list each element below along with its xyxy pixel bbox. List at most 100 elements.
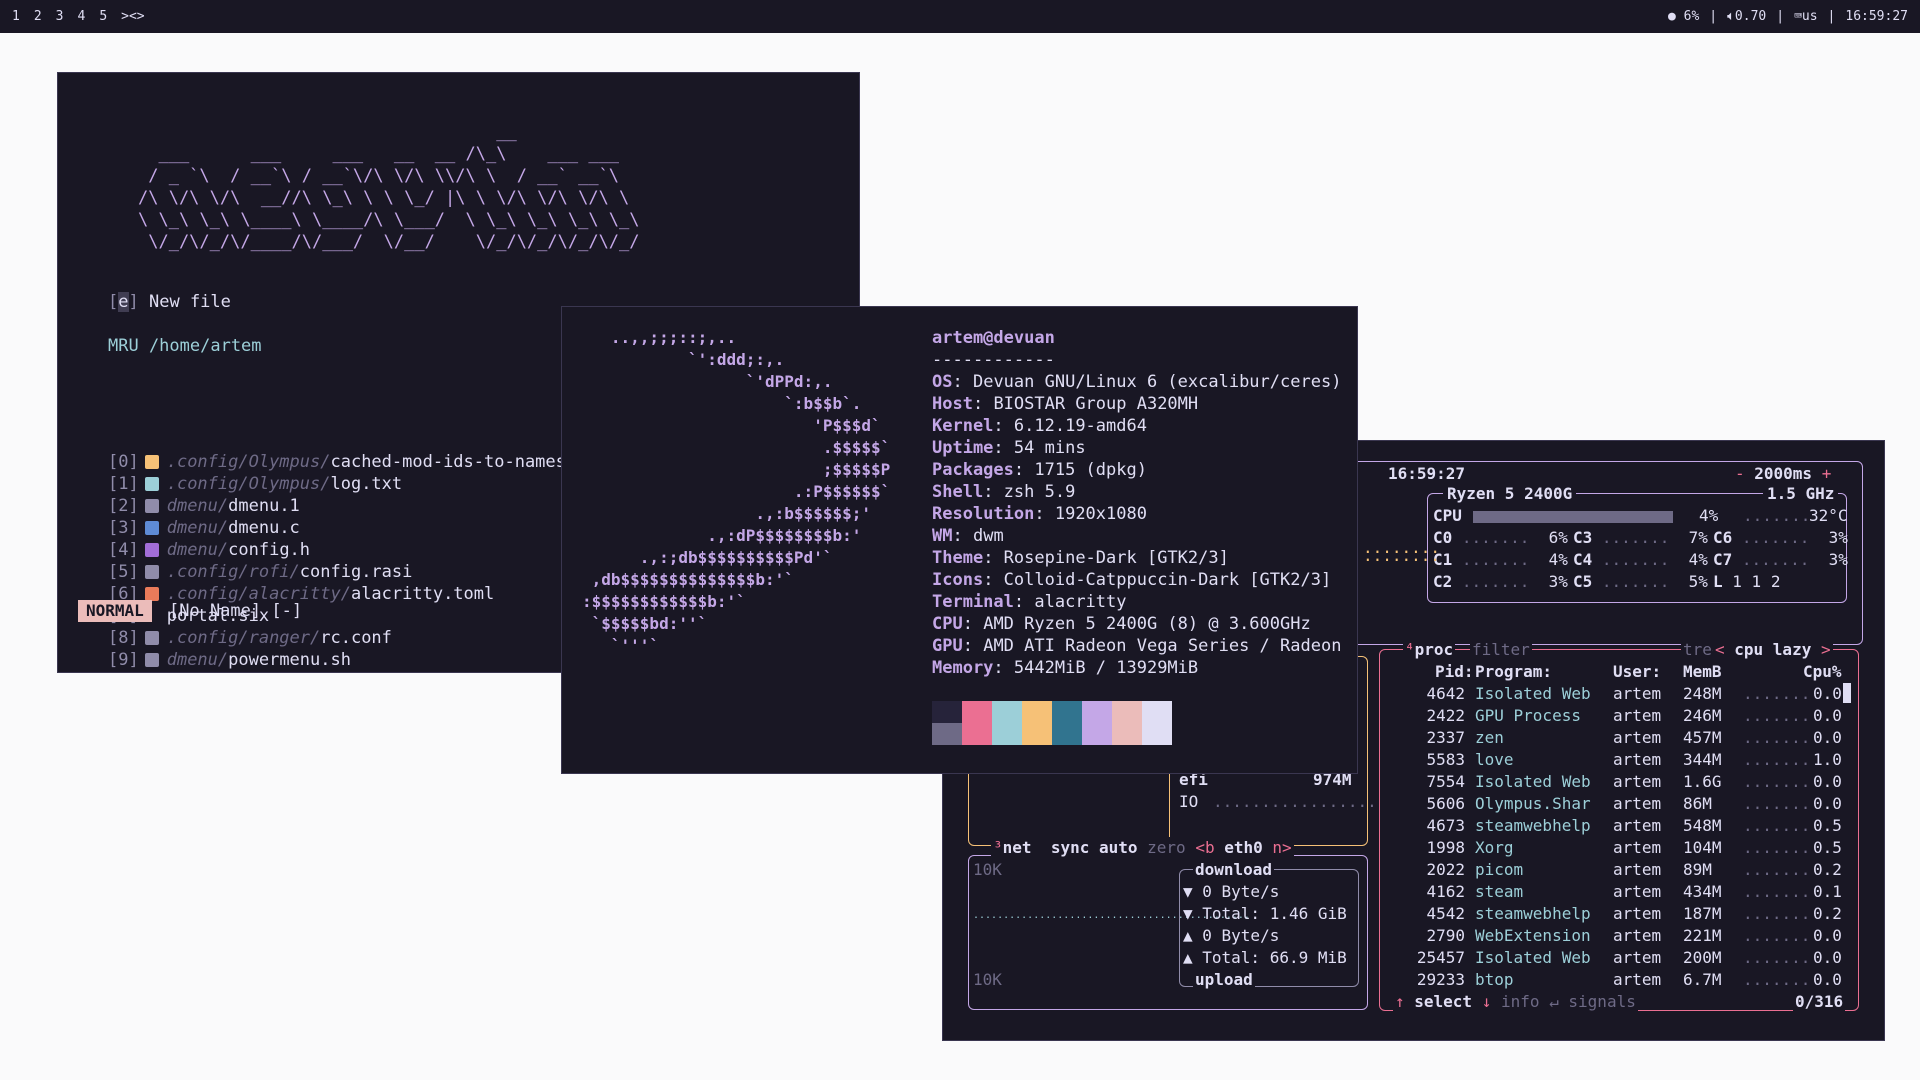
proc-scrollbar[interactable]	[1843, 683, 1851, 703]
info-row: Packages: 1715 (dpkg)	[932, 459, 1341, 481]
layout-indicator[interactable]: ><>	[121, 9, 144, 24]
mru-index: [5]	[108, 562, 139, 582]
mru-item[interactable]: [8] .config/ranger/rc.conf	[108, 627, 392, 649]
color-swatch	[962, 701, 992, 745]
info-row: Memory: 5442MiB / 13929MiB	[932, 657, 1341, 679]
proc-program: love	[1475, 750, 1514, 769]
info-row: CPU: AMD Ryzen 5 2400G (8) @ 3.600GHz	[932, 613, 1341, 635]
proc-cpu: 0.0	[1813, 926, 1842, 945]
mru-item[interactable]: [9] dmenu/powermenu.sh	[108, 649, 351, 671]
core-stat: L 1 1 2	[1713, 571, 1780, 593]
core-name: C2	[1433, 572, 1453, 591]
speaker-icon: 🔈︎	[1727, 9, 1735, 24]
proc-pid: 4542	[1426, 904, 1465, 923]
mru-item[interactable]: [4] dmenu/config.h	[108, 539, 310, 561]
info-row: Shell: zsh 5.9	[932, 481, 1341, 503]
cpu-value: 6%	[1683, 9, 1700, 24]
mru-name: config.h	[228, 540, 311, 560]
core-name: C7	[1713, 550, 1733, 569]
proc-user: artem	[1613, 948, 1662, 967]
info-key: Resolution	[932, 504, 1035, 524]
core-graph: .......	[1452, 528, 1549, 547]
mru-item[interactable]: [2] dmenu/dmenu.1	[108, 495, 300, 517]
update-interval[interactable]: - 2000ms +	[1731, 463, 1836, 485]
cpu-status: ● 6%	[1667, 9, 1700, 24]
info-value: 1715 (dpkg)	[1034, 460, 1147, 480]
underline: ------------	[932, 350, 1055, 370]
info-colon: :	[983, 570, 1004, 590]
mru-item[interactable]: [0] .config/Olympus/cached-mod-ids-to-nam…	[108, 451, 566, 473]
proc-graph: .......	[1743, 860, 1811, 879]
download-total: ▼ Total: 1.46 GiB	[1183, 904, 1347, 923]
proc-cpu: 0.0	[1813, 772, 1842, 791]
core-graph: .......	[1592, 572, 1689, 591]
tag-2[interactable]: 2	[34, 9, 42, 24]
mru-name: log.txt	[330, 474, 403, 494]
proc-count: 0/316	[1793, 991, 1846, 1013]
mru-item[interactable]: [5] .config/rofi/config.rasi	[108, 561, 412, 583]
proc-pid: 2337	[1426, 728, 1465, 747]
mru-name: powermenu.sh	[228, 650, 351, 670]
disk-io-graph: .................	[1213, 792, 1377, 811]
mru-dir: dmenu/	[166, 496, 229, 516]
mru-index: [2]	[108, 496, 139, 516]
proc-graph: .......	[1743, 794, 1811, 813]
new-file-item[interactable]: [e] New file	[108, 291, 231, 313]
info-colon: :	[993, 658, 1014, 678]
core-percent: 5%	[1688, 572, 1708, 591]
info-key: Theme	[932, 548, 984, 568]
neofetch-window[interactable]: ..,,;;;::;,.. `':ddd;:,. `'dPPd:,. `:b$$…	[561, 306, 1358, 774]
signals-action[interactable]: signals	[1568, 992, 1635, 1011]
core-percent: 4%	[1548, 550, 1568, 569]
proc-program: btop	[1475, 970, 1514, 989]
select-action[interactable]: select	[1414, 992, 1472, 1011]
proc-program: zen	[1475, 728, 1504, 747]
core-stat: C5 ....... 5%	[1573, 571, 1708, 593]
proc-program: Isolated Web	[1475, 684, 1591, 703]
keyboard-status: ⌨︎us	[1794, 9, 1817, 24]
net-scale-bottom: 10K	[973, 970, 1002, 989]
info-value: 1920x1080	[1054, 504, 1147, 524]
info-key: OS	[932, 372, 953, 392]
info-value: alacritty	[1034, 592, 1127, 612]
tag-5[interactable]: 5	[99, 9, 107, 24]
proc-pid: 1998	[1426, 838, 1465, 857]
proc-cpu: 0.0	[1813, 948, 1842, 967]
proc-pid: 5606	[1426, 794, 1465, 813]
mru-heading: MRU /home/artem	[108, 336, 262, 356]
proc-program: picom	[1475, 860, 1524, 879]
info-colon: :	[983, 482, 1004, 502]
proc-cpu: 0.0	[1813, 970, 1842, 989]
proc-graph: .......	[1743, 706, 1811, 725]
tag-4[interactable]: 4	[77, 9, 85, 24]
info-key: Uptime	[932, 438, 994, 458]
mru-name: alacritty.toml	[350, 584, 495, 604]
tag-1[interactable]: 1	[12, 9, 20, 24]
mru-index: [0]	[108, 452, 139, 472]
proc-filter[interactable]: filter	[1470, 639, 1532, 661]
mru-name: config.rasi	[299, 562, 413, 582]
info-value: dwm	[972, 526, 1004, 546]
mru-index: [9]	[108, 650, 139, 670]
core-graph: .......	[1732, 550, 1829, 569]
proc-graph: .......	[1743, 904, 1811, 923]
mru-item[interactable]: [3] dmenu/dmenu.c	[108, 517, 300, 539]
proc-mem: 6.7M	[1683, 970, 1722, 989]
proc-pid: 4673	[1426, 816, 1465, 835]
volume-status: 🔈︎0.70	[1727, 9, 1766, 24]
proc-pid: 5583	[1426, 750, 1465, 769]
proc-sort[interactable]: < cpu lazy >	[1713, 639, 1833, 661]
proc-pid: 2022	[1426, 860, 1465, 879]
mru-index: [8]	[108, 628, 139, 648]
core-graph: .......	[1732, 528, 1829, 547]
shell-icon	[144, 653, 159, 667]
info-action[interactable]: info	[1501, 992, 1540, 1011]
tag-3[interactable]: 3	[56, 9, 64, 24]
core-name: C3	[1573, 528, 1593, 547]
mru-item[interactable]: [1] .config/Olympus/log.txt	[108, 473, 402, 495]
tag-list: 1 2 3 4 5 ><>	[12, 9, 145, 24]
proc-graph: .......	[1743, 816, 1811, 835]
mru-dir: dmenu/	[166, 518, 229, 538]
info-colon: :	[1034, 504, 1055, 524]
buffer-name: [No Name] [-]	[169, 601, 303, 621]
